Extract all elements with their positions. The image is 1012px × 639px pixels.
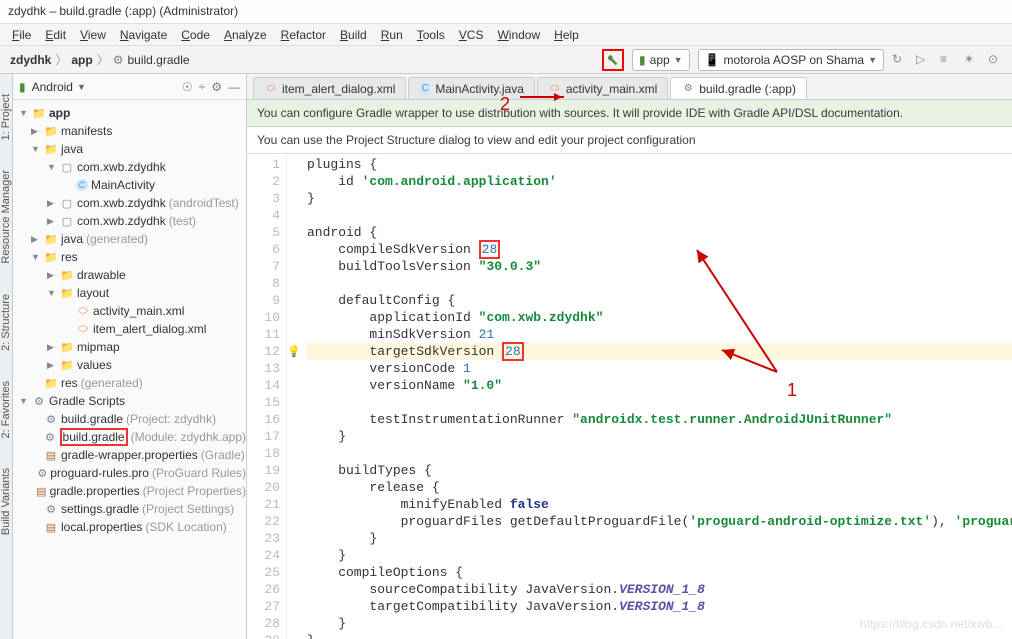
menu-run[interactable]: Run: [375, 26, 409, 43]
editor-tab[interactable]: ⚙build.gradle (:app): [670, 77, 807, 99]
tree-node[interactable]: ⚙build.gradle (Module: zdydhk.app): [13, 428, 246, 446]
nav-toolbar: zdydhk〉 app〉 ⚙build.gradle 2 ▮app▼ 📱moto…: [0, 46, 1012, 74]
breadcrumb[interactable]: zdydhk〉 app〉 ⚙build.gradle: [0, 51, 190, 68]
project-structure-banner: You can use the Project Structure dialog…: [247, 127, 1012, 154]
tree-node[interactable]: ▶📁mipmap: [13, 338, 246, 356]
tree-node[interactable]: ⚙settings.gradle (Project Settings): [13, 500, 246, 518]
menu-window[interactable]: Window: [491, 26, 546, 43]
menu-code[interactable]: Code: [175, 26, 216, 43]
tool-tab-favorites[interactable]: 2: Favorites: [0, 381, 12, 438]
editor-tab[interactable]: ⬭item_alert_dialog.xml: [253, 77, 406, 99]
tree-node[interactable]: ▶▢com.xwb.zdydhk (androidTest): [13, 194, 246, 212]
menu-navigate[interactable]: Navigate: [114, 26, 173, 43]
code-editor[interactable]: 1234567891011121314151617181920212223242…: [247, 154, 1012, 639]
tree-node[interactable]: ⚙build.gradle (Project: zdydhk): [13, 410, 246, 428]
tree-node[interactable]: ⚙proguard-rules.pro (ProGuard Rules): [13, 464, 246, 482]
tree-node[interactable]: ▼▢com.xwb.zdydhk: [13, 158, 246, 176]
tree-node[interactable]: CMainActivity: [13, 176, 246, 194]
menu-analyze[interactable]: Analyze: [218, 26, 273, 43]
tree-node[interactable]: ▶📁drawable: [13, 266, 246, 284]
tree-node[interactable]: ▶📁java (generated): [13, 230, 246, 248]
menu-vcs[interactable]: VCS: [453, 26, 490, 43]
tree-node[interactable]: ▤local.properties (SDK Location): [13, 518, 246, 536]
tree-node[interactable]: ▶▢com.xwb.zdydhk (test): [13, 212, 246, 230]
tool-tab-buildvariants[interactable]: Build Variants: [0, 468, 12, 535]
tool-tab-structure[interactable]: 2: Structure: [0, 294, 12, 351]
settings-icon[interactable]: ⚙: [211, 80, 222, 94]
tree-node[interactable]: ⬭activity_main.xml: [13, 302, 246, 320]
tree-node[interactable]: ▼📁res: [13, 248, 246, 266]
left-tool-gutter: 1: Project Resource Manager 2: Structure 2:…: [0, 74, 13, 639]
menu-view[interactable]: View: [74, 26, 112, 43]
project-panel: ▮ Android ▼ ☉ ÷ ⚙ — ▼📁app▶📁manifests▼📁ja…: [13, 74, 247, 639]
annotation-2-arrow: [520, 96, 564, 98]
device-dropdown[interactable]: 📱motorola AOSP on Shama▼: [698, 49, 884, 71]
watermark: https://blog.csdn.net/xwb...: [860, 617, 1002, 631]
menu-edit[interactable]: Edit: [39, 26, 72, 43]
tree-node[interactable]: ▶📁manifests: [13, 122, 246, 140]
tree-node[interactable]: 📁res (generated): [13, 374, 246, 392]
project-tree[interactable]: ▼📁app▶📁manifests▼📁java▼▢com.xwb.zdydhkCM…: [13, 100, 246, 639]
tool-tab-resourcemanager[interactable]: Resource Manager: [0, 170, 12, 264]
debug-icon[interactable]: ≡: [940, 52, 956, 68]
collapse-icon[interactable]: ÷: [199, 80, 206, 94]
sync-icon[interactable]: ↻: [892, 52, 908, 68]
tool-tab-project[interactable]: 1: Project: [0, 94, 12, 140]
tree-node[interactable]: ▼⚙Gradle Scripts: [13, 392, 246, 410]
hide-icon[interactable]: —: [228, 80, 240, 94]
tree-node[interactable]: ▼📁layout: [13, 284, 246, 302]
locate-icon[interactable]: ☉: [182, 80, 193, 94]
editor-tab[interactable]: CMainActivity.java: [408, 77, 534, 99]
stop-icon[interactable]: ⊙: [988, 52, 1004, 68]
tree-node[interactable]: ▶📁values: [13, 356, 246, 374]
tree-node[interactable]: ▼📁app: [13, 104, 246, 122]
menu-file[interactable]: File: [6, 26, 37, 43]
tree-node[interactable]: ▼📁java: [13, 140, 246, 158]
run-icon[interactable]: ▷: [916, 52, 932, 68]
editor-area: ⬭item_alert_dialog.xmlCMainActivity.java…: [247, 74, 1012, 639]
menu-build[interactable]: Build: [334, 26, 373, 43]
menu-refactor[interactable]: Refactor: [275, 26, 332, 43]
tree-node[interactable]: ▤gradle-wrapper.properties (Gradle): [13, 446, 246, 464]
window-title: zdydhk – build.gradle (:app) (Administra…: [0, 0, 1012, 24]
editor-tabbar: ⬭item_alert_dialog.xmlCMainActivity.java…: [247, 74, 1012, 100]
profile-icon[interactable]: ✶: [964, 52, 980, 68]
panel-title[interactable]: Android ▼: [32, 80, 86, 94]
gradle-wrapper-banner: You can configure Gradle wrapper to use …: [247, 100, 1012, 127]
tree-node[interactable]: ▤gradle.properties (Project Properties): [13, 482, 246, 500]
build-button[interactable]: [602, 49, 624, 71]
annotation-2-label: 2: [500, 94, 510, 115]
menu-bar: FileEditViewNavigateCodeAnalyzeRefactorB…: [0, 24, 1012, 46]
run-config-dropdown[interactable]: ▮app▼: [632, 49, 690, 71]
menu-tools[interactable]: Tools: [411, 26, 451, 43]
tree-node[interactable]: ⬭item_alert_dialog.xml: [13, 320, 246, 338]
menu-help[interactable]: Help: [548, 26, 585, 43]
